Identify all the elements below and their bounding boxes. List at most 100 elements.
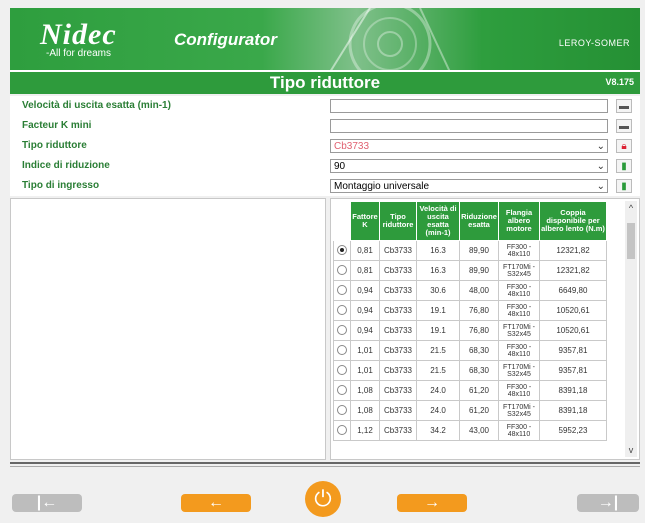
scroll-thumb[interactable] [627, 223, 635, 259]
k-factor-input[interactable] [330, 119, 608, 133]
column-header: Tipo riduttore [379, 201, 417, 241]
table-row[interactable]: 0,81 Cb3733 16.3 89,90 FT170Mi - S32x45 12321… [333, 260, 607, 281]
row-radio-button[interactable] [337, 284, 347, 295]
row-radio-cell[interactable] [333, 280, 351, 301]
select-value: Montaggio universale [334, 181, 430, 192]
table-cell: Cb3733 [379, 240, 417, 261]
input-type-select[interactable]: Montaggio universale ⌄ [330, 179, 608, 193]
table-row[interactable]: 1,08 Cb3733 24.0 61,20 FF300 - 48x110 8391,18 [333, 380, 607, 401]
table-cell: 89,90 [459, 240, 499, 261]
table-cell: Cb3733 [379, 280, 417, 301]
field-label: Tipo riduttore [22, 140, 87, 151]
row-radio-cell[interactable] [333, 300, 351, 321]
row-radio-button[interactable] [337, 384, 347, 395]
table-cell: FT170Mi - S32x45 [498, 400, 540, 421]
row-radio-cell[interactable] [333, 260, 351, 281]
reduction-index-select[interactable]: 90 ⌄ [330, 159, 608, 173]
table-row[interactable]: 1,01 Cb3733 21.5 68,30 FT170Mi - S32x45 9357,… [333, 360, 607, 381]
logo-slogan: -All for dreams [46, 48, 112, 59]
table-cell: 0,94 [350, 320, 380, 341]
row-radio-button[interactable] [337, 364, 347, 375]
field-label: Facteur K mini [22, 120, 92, 131]
table-cell: 0,81 [350, 260, 380, 281]
table-cell: 76,80 [459, 300, 499, 321]
table-row[interactable]: 1,08 Cb3733 24.0 61,20 FT170Mi - S32x45 8391,… [333, 400, 607, 421]
table-row[interactable]: 0,94 Cb3733 19.1 76,80 FF300 - 48x110 10520,6… [333, 300, 607, 321]
divider [10, 462, 640, 464]
speed-input[interactable] [330, 99, 608, 113]
decorative-graphic [329, 8, 451, 72]
app-title: Configurator [174, 30, 277, 49]
table-cell: 6649,80 [539, 280, 607, 301]
row-radio-cell[interactable] [333, 360, 351, 381]
table-cell: 16.3 [416, 260, 460, 281]
print-icon[interactable]: ▬ [616, 119, 632, 133]
table-row[interactable]: 0,94 Cb3733 30.6 48,00 FF300 - 48x110 6649,80 [333, 280, 607, 301]
table-cell: FT170Mi - S32x45 [498, 260, 540, 281]
reducer-type-select[interactable]: Cb3733 ⌄ [330, 139, 608, 153]
nidec-logo: Nidec [40, 18, 117, 51]
table-cell: Cb3733 [379, 380, 417, 401]
table-row[interactable]: 1,01 Cb3733 21.5 68,30 FF300 - 48x110 9357,81 [333, 340, 607, 361]
row-radio-cell[interactable] [333, 320, 351, 341]
table-cell: 9357,81 [539, 360, 607, 381]
table-cell: 1,08 [350, 400, 380, 421]
table-cell: Cb3733 [379, 400, 417, 421]
table-row[interactable]: 0,81 Cb3733 16.3 89,90 FF300 - 48x110 12321,8… [333, 240, 607, 261]
unlock-icon[interactable]: ▮ [616, 159, 632, 173]
row-radio-button[interactable] [337, 304, 347, 315]
table-row[interactable]: 0,94 Cb3733 19.1 76,80 FT170Mi - S32x45 10520… [333, 320, 607, 341]
table-cell: 61,20 [459, 380, 499, 401]
unlock-icon[interactable]: ▮ [616, 179, 632, 193]
table-cell: 68,30 [459, 340, 499, 361]
table-cell: 0,94 [350, 280, 380, 301]
table-cell: Cb3733 [379, 320, 417, 341]
row-radio-button[interactable] [337, 244, 347, 255]
table-cell: 10520,61 [539, 320, 607, 341]
table-cell: 19.1 [416, 320, 460, 341]
row-radio-button[interactable] [337, 344, 347, 355]
page-title-bar: Tipo riduttore V8.175 [10, 70, 640, 94]
first-page-button[interactable]: |← [12, 494, 82, 512]
brand-logo: LEROY-SOMER [558, 38, 630, 48]
results-table-panel: Fattore K Tipo riduttore Velocità di usc… [330, 198, 640, 460]
table-header-row: Fattore K Tipo riduttore Velocità di usc… [333, 201, 607, 241]
table-row[interactable]: 1,12 Cb3733 34.2 43,00 FF300 - 48x110 5952,23 [333, 420, 607, 441]
print-icon[interactable]: ▬ [616, 99, 632, 113]
lock-icon[interactable]: 🔒︎ [616, 139, 632, 153]
table-cell: 48,00 [459, 280, 499, 301]
table-cell: FT170Mi - S32x45 [498, 320, 540, 341]
next-button[interactable]: → [397, 494, 467, 512]
vertical-scrollbar[interactable]: ^ v [625, 201, 637, 457]
column-header: Velocità di uscita esatta (min-1) [416, 201, 460, 241]
column-header: Riduzione esatta [459, 201, 499, 241]
table-cell: 0,81 [350, 240, 380, 261]
row-radio-button[interactable] [337, 324, 347, 335]
row-radio-cell[interactable] [333, 340, 351, 361]
last-page-button[interactable]: →| [577, 494, 639, 512]
table-cell: FF300 - 48x110 [498, 280, 540, 301]
table-cell: 34.2 [416, 420, 460, 441]
row-radio-button[interactable] [337, 424, 347, 435]
table-cell: 8391,18 [539, 380, 607, 401]
row-radio-cell[interactable] [333, 240, 351, 261]
row-radio-button[interactable] [337, 404, 347, 415]
row-radio-cell[interactable] [333, 380, 351, 401]
row-radio-cell[interactable] [333, 400, 351, 421]
scroll-down-icon[interactable]: v [625, 445, 637, 455]
form-row-kfactor: Facteur K mini ▬ [10, 117, 640, 136]
select-value: 90 [334, 161, 346, 172]
table-cell: Cb3733 [379, 300, 417, 321]
row-radio-cell[interactable] [333, 420, 351, 441]
table-cell: 21.5 [416, 340, 460, 361]
row-radio-button[interactable] [337, 264, 347, 275]
header-banner: Nidec -All for dreams Configurator LEROY… [10, 8, 640, 72]
left-list-panel[interactable] [10, 198, 326, 460]
column-header: Flangia albero motore [498, 201, 540, 241]
power-button[interactable]: ⏻ [305, 481, 341, 517]
table-cell: FF300 - 48x110 [498, 240, 540, 261]
table-cell: 21.5 [416, 360, 460, 381]
scroll-up-icon[interactable]: ^ [625, 203, 637, 213]
previous-button[interactable]: ← [181, 494, 251, 512]
table-cell: 10520,61 [539, 300, 607, 321]
